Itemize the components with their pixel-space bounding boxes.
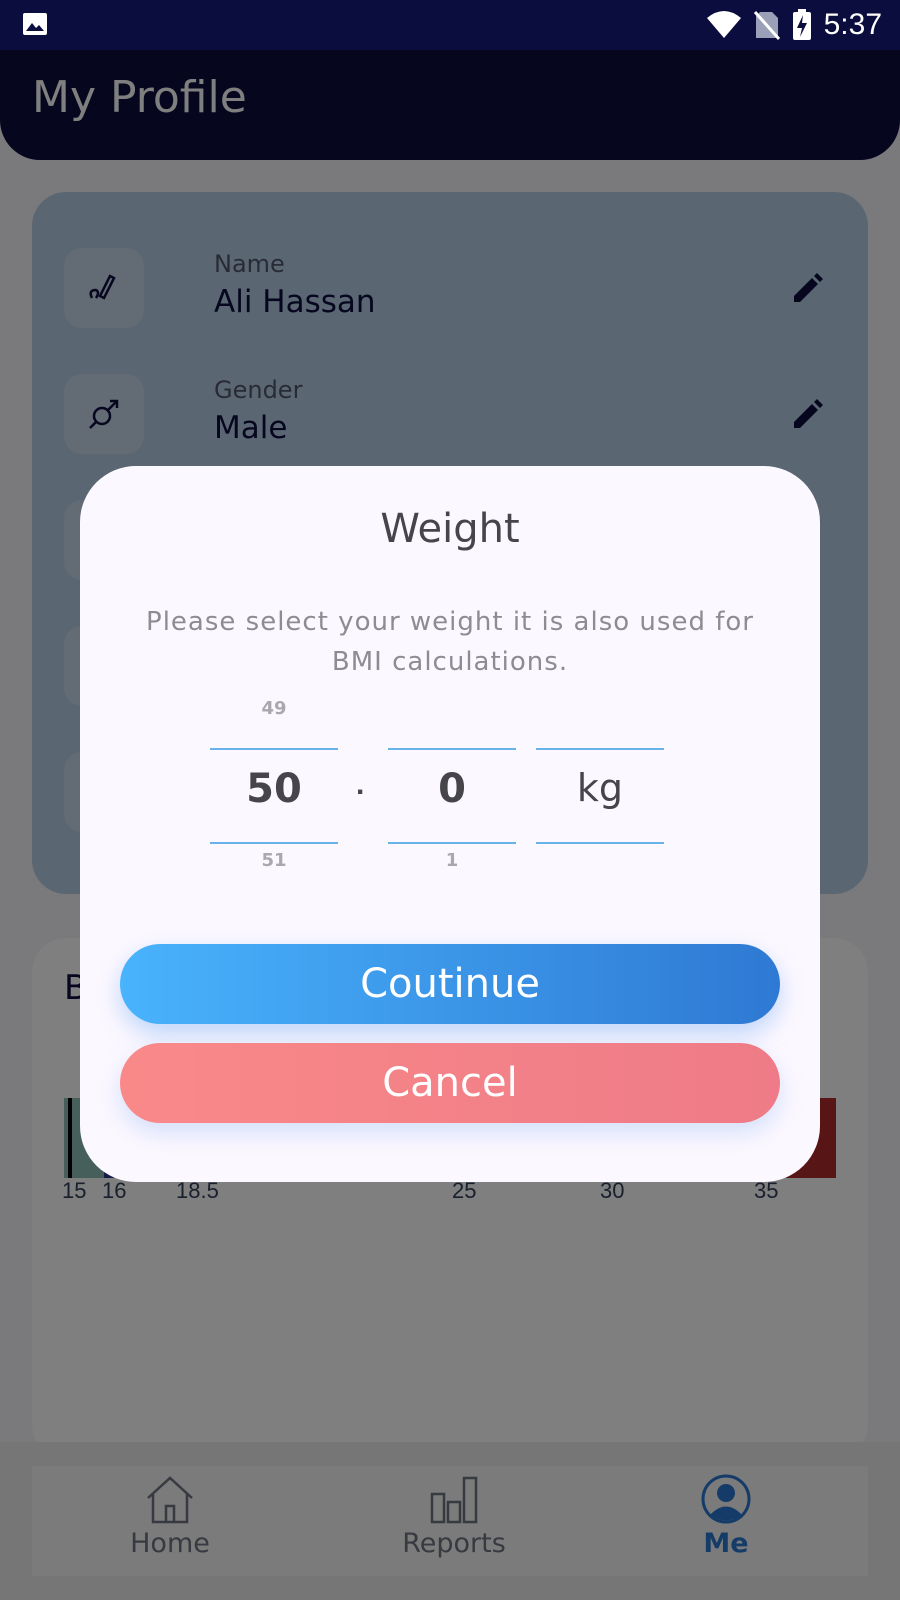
weight-dialog: Weight Please select your weight it is a… [80, 466, 820, 1182]
unit-value[interactable]: kg [536, 766, 664, 810]
picker-line [536, 842, 664, 844]
picker-current-value[interactable]: 0 [388, 766, 516, 812]
weight-decimal-picker[interactable]: 0 1 [388, 720, 516, 871]
weight-integer-picker[interactable]: 49 50 51 [210, 698, 338, 871]
gallery-notification-icon [23, 13, 47, 35]
decimal-separator: . [356, 768, 365, 801]
picker-next-value[interactable]: 51 [210, 850, 338, 871]
dialog-description: Please select your weight it is also use… [146, 607, 754, 677]
status-bar: 5:37 [0, 0, 900, 50]
clock: 5:37 [823, 8, 882, 41]
picker-current-value[interactable]: 50 [210, 766, 338, 812]
picker-line [536, 748, 664, 750]
picker-next-value[interactable]: 1 [388, 850, 516, 871]
cancel-button[interactable]: Cancel [120, 1043, 780, 1123]
picker-line [388, 748, 516, 750]
battery-charging-icon [792, 9, 811, 40]
wifi-icon [706, 11, 741, 38]
picker-line [210, 842, 338, 844]
picker-line [388, 842, 516, 844]
no-sim-icon [753, 11, 780, 40]
picker-line [210, 748, 338, 750]
weight-unit-picker[interactable]: kg [536, 720, 664, 870]
picker-prev-value[interactable]: 49 [210, 698, 338, 719]
dialog-title: Weight [380, 506, 520, 552]
continue-button[interactable]: Coutinue [120, 944, 780, 1024]
